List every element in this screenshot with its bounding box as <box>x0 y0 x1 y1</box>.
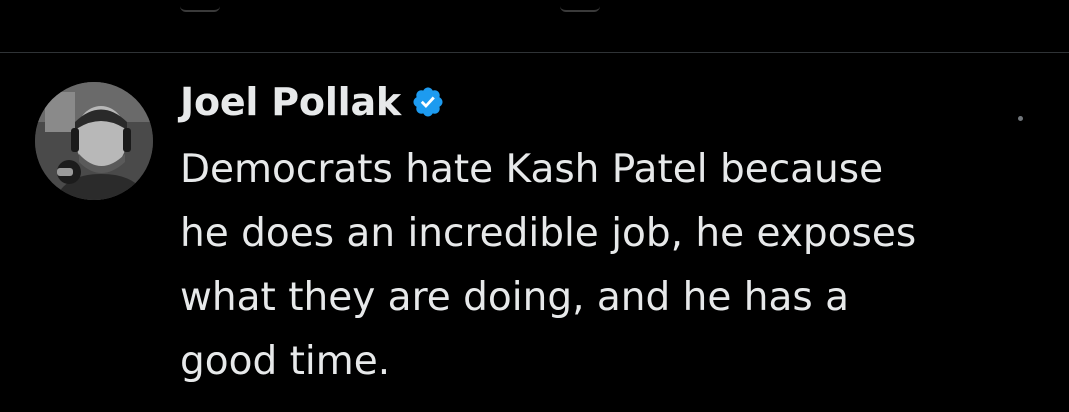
cropped-fragment <box>560 0 600 12</box>
display-name[interactable]: Joel Pollak <box>180 80 401 124</box>
avatar-image <box>35 82 153 200</box>
cropped-fragment <box>180 0 220 12</box>
previous-tweet-edge <box>0 0 1069 52</box>
tweet-divider <box>0 52 1069 53</box>
tweet-header: Joel Pollak <box>180 76 445 128</box>
more-options-icon[interactable] <box>1018 116 1023 121</box>
tweet-text: Democrats hate Kash Patel because he doe… <box>180 147 917 384</box>
avatar[interactable] <box>35 82 153 200</box>
verified-badge-icon <box>411 85 445 119</box>
